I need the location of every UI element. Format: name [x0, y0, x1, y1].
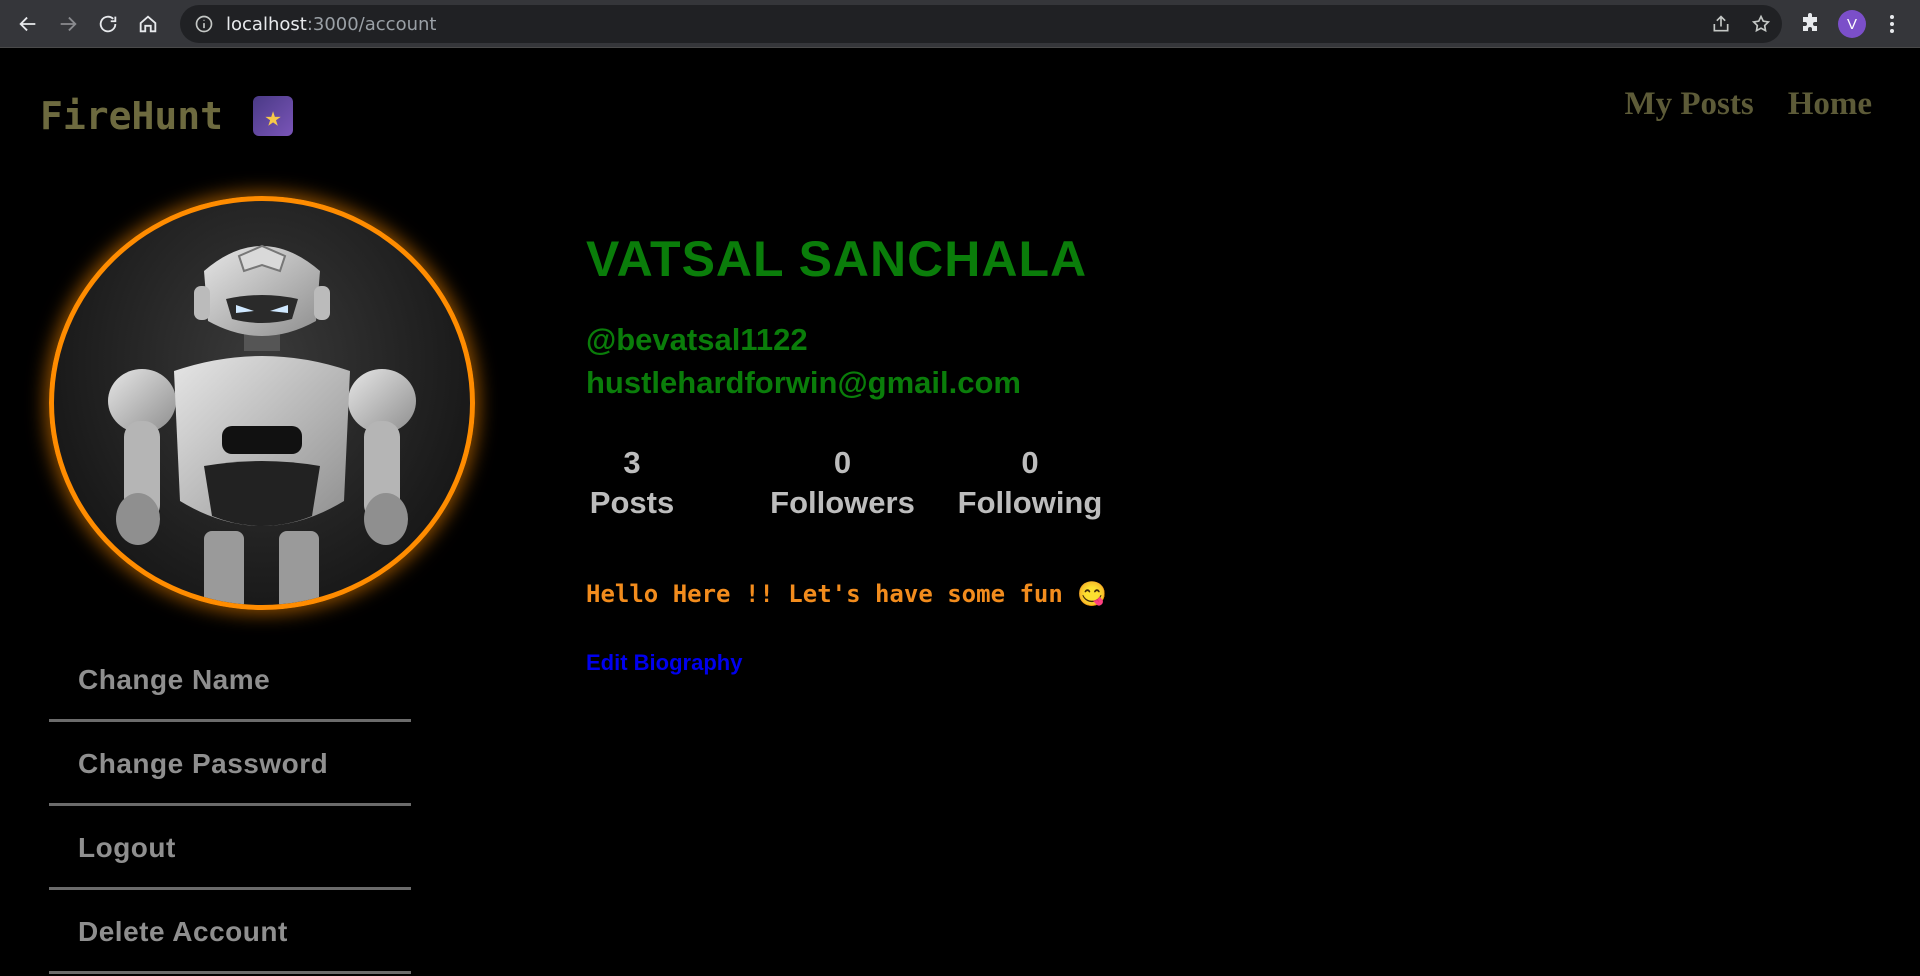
edit-biography-link[interactable]: Edit Biography [586, 650, 742, 676]
logo-text: FireHunt [40, 94, 224, 138]
stat-following[interactable]: 0 Following [950, 444, 1110, 524]
stat-following-label: Following [957, 485, 1103, 520]
site-info-icon[interactable] [194, 14, 214, 34]
delete-account-button[interactable]: Delete Account [49, 892, 411, 974]
extensions-icon[interactable] [1798, 12, 1822, 36]
delete-account-label: Delete Account [78, 915, 288, 947]
change-name-button[interactable]: Change Name [49, 640, 411, 722]
logout-button[interactable]: Logout [49, 808, 411, 890]
profile-bio: Hello Here !! Let's have some fun 😋 [586, 580, 1108, 608]
stat-posts-value: 3 [623, 445, 641, 480]
profile-stats: 3 Posts 0 Followers 0 Following [586, 444, 1110, 524]
address-bar[interactable]: localhost:3000/account [180, 5, 1782, 43]
back-icon[interactable] [8, 4, 48, 44]
profile-name: VATSAL SANCHALA [586, 231, 1088, 287]
change-password-label: Change Password [78, 747, 329, 779]
stat-followers-value: 0 [833, 445, 852, 480]
stat-following-value: 0 [1021, 445, 1039, 480]
menu-kebab-icon[interactable] [1882, 10, 1902, 38]
profile-handle: @bevatsal1122 [586, 322, 808, 357]
reload-icon[interactable] [88, 4, 128, 44]
change-name-label: Change Name [78, 663, 271, 695]
change-password-button[interactable]: Change Password [49, 724, 411, 806]
logout-label: Logout [78, 831, 176, 863]
share-icon[interactable] [1710, 13, 1732, 35]
home-icon[interactable] [128, 4, 168, 44]
stat-followers-label: Followers [770, 485, 915, 520]
nav-my-posts[interactable]: My Posts [1624, 86, 1753, 123]
browser-toolbar: localhost:3000/account V [0, 0, 1920, 48]
profile-avatar[interactable]: V [1838, 10, 1866, 38]
stat-posts[interactable]: 3 Posts [586, 444, 678, 524]
nav-home[interactable]: Home [1788, 86, 1872, 123]
stat-followers[interactable]: 0 Followers [761, 444, 924, 524]
top-nav: My Posts Home [1624, 86, 1872, 123]
robot-image [108, 244, 416, 605]
bookmark-star-icon[interactable] [1750, 13, 1772, 35]
shooting-star-icon: ★ [253, 96, 294, 136]
url-text: localhost:3000/account [226, 13, 437, 35]
stat-posts-label: Posts [589, 485, 675, 520]
site-logo[interactable]: FireHunt ★ [40, 94, 294, 138]
account-menu: Change Name Change Password Logout Delet… [49, 640, 411, 974]
profile-email: hustlehardforwin@gmail.com [586, 365, 1021, 400]
forward-icon[interactable] [48, 4, 88, 44]
profile-picture [49, 196, 475, 610]
